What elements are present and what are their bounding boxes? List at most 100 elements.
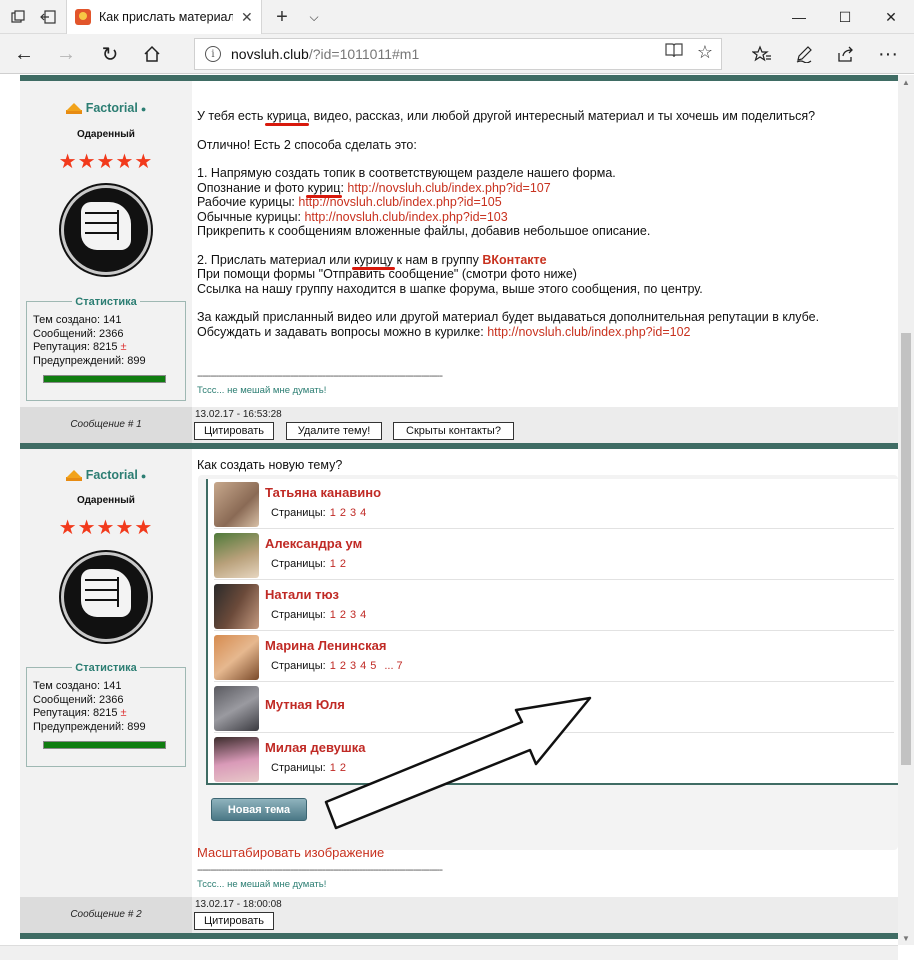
close-tab-icon[interactable]: ✕ [241,9,253,26]
text: При помощи формы "Отправить сообщение" (… [197,267,577,281]
text: Опознание и фото [197,180,308,195]
list-item[interactable]: Татьяна канавино Страницы: 1 2 3 4 [214,479,894,529]
page-link[interactable]: 4 [360,660,366,672]
page-link[interactable]: 2 [340,507,346,519]
avatar[interactable] [61,552,151,642]
page-link[interactable]: 2 [340,558,346,570]
stats-box: Статистика Тем создано: 141 Сообщений: 2… [26,662,186,767]
favorites-hub-icon[interactable] [744,36,780,72]
crown-icon [65,102,82,114]
set-tabs-aside-icon[interactable] [32,0,64,34]
list-item[interactable]: Натали тюз Страницы: 1 2 3 4 [214,581,894,631]
page-link[interactable]: 2 [340,609,346,621]
highlighted-word: куриц [307,180,341,195]
reputation-change[interactable]: ± [121,341,127,353]
forum-link[interactable]: http://novsluh.club/index.php?id=102 [487,325,690,339]
forum-link[interactable]: http://novsluh.club/index.php?id=107 [347,181,550,195]
browser-tab[interactable]: Как прислать материал ✕ [66,0,262,34]
share-icon[interactable] [828,36,864,72]
page-link[interactable]: ... 7 [384,660,402,672]
home-icon[interactable] [134,36,170,72]
page-link[interactable]: 5 [370,660,376,672]
page-link[interactable]: 1 [330,660,336,672]
vertical-scrollbar[interactable]: ▲ ▼ [898,75,914,945]
text: 2. Прислать материал или [197,252,354,267]
list-item[interactable]: Марина Ленинская Страницы: 1 2 3 4 5 ... 7 [214,632,894,682]
separator-bar [20,933,898,939]
scroll-up-icon[interactable]: ▲ [898,75,914,89]
highlighted-word: курица [266,109,307,123]
stat-topics: Тем создано: 141 [33,680,122,692]
forum-link[interactable]: http://novsluh.club/index.php?id=103 [304,210,507,224]
close-window-icon[interactable]: ✕ [868,0,914,34]
post-date: 13.02.17 - 18:00:08 [195,899,282,910]
page-link[interactable]: 4 [360,609,366,621]
text: Ссылка на нашу группу находится в шапке … [197,281,703,296]
signature-divider: ----------------------------------------… [197,864,443,876]
quote-button[interactable]: Цитировать [194,422,274,440]
web-note-icon[interactable] [786,36,822,72]
online-status-icon: ● [140,104,147,114]
author-name[interactable]: Factorial ● [20,468,192,482]
page-link[interactable]: 1 [330,609,336,621]
page-link[interactable]: 3 [350,507,356,519]
stat-topics: Тем создано: 141 [33,314,122,326]
back-icon[interactable]: ← [6,36,42,72]
site-favicon-icon [75,9,91,25]
reputation-change[interactable]: ± [121,707,127,719]
favorite-star-icon[interactable]: ☆ [697,42,713,63]
fist-icon [81,202,131,250]
minimize-icon[interactable]: — [776,0,822,34]
delete-topic-button[interactable]: Удалите тему! [286,422,382,440]
page-link[interactable]: 3 [350,609,356,621]
refresh-icon[interactable]: ↻ [92,36,128,72]
site-info-icon[interactable]: i [205,46,221,62]
tab-actions-icon[interactable] [2,0,34,34]
avatar[interactable] [61,185,151,275]
scroll-down-icon[interactable]: ▼ [898,931,914,945]
friend-photo [214,533,259,578]
page-link[interactable]: 2 [340,660,346,672]
maximize-icon[interactable]: ☐ [822,0,868,34]
more-icon[interactable]: ··· [870,36,906,72]
friend-name[interactable]: Марина Ленинская [265,638,386,653]
fist-icon [81,569,131,617]
new-topic-button[interactable]: Новая тема [211,798,307,821]
scrollbar-thumb[interactable] [901,333,911,765]
friend-photo [214,482,259,527]
list-item[interactable]: Александра ум Страницы: 1 2 [214,530,894,580]
text: За каждый присланный видео или другой ма… [197,310,820,324]
stat-messages: Сообщений: 2366 [33,327,124,340]
hidden-contacts-button[interactable]: Скрыты контакты? [393,422,514,440]
post-footer: 13.02.17 - 18:00:08 Цитировать [192,897,898,933]
friend-name[interactable]: Натали тюз [265,587,339,602]
author-name[interactable]: Factorial ● [20,101,192,115]
friend-name[interactable]: Татьяна канавино [265,485,381,500]
page-link[interactable]: 1 [330,558,336,570]
scale-image-link[interactable]: Масштабировать изображение [197,845,384,860]
page-link[interactable]: 1 [330,507,336,519]
friend-name[interactable]: Александра ум [265,536,362,551]
stats-box: Статистика Тем создано: 141 Сообщений: 2… [26,296,186,401]
horizontal-scrollbar[interactable] [0,945,898,960]
stat-reputation: Репутация: 8215 [33,341,118,353]
reading-view-icon[interactable] [665,42,683,63]
friend-photo [214,635,259,680]
text: 1. Напрямую создать топик в соответствую… [197,166,616,180]
page-link[interactable]: 4 [360,507,366,519]
text: к нам в группу [393,252,483,267]
quote-button[interactable]: Цитировать [194,912,274,930]
forward-icon[interactable]: → [48,36,84,72]
post-body: У тебя есть курица, видео, рассказ, или … [197,109,897,398]
pages-label: Страницы: [271,660,326,672]
text: У тебя есть [197,109,267,123]
vk-link[interactable]: ВКонтакте [482,253,546,267]
text: , видео, рассказ, или любой другой интер… [306,109,816,123]
url-host: novsluh.club [231,46,309,62]
text: Обычные курицы: [197,209,305,224]
chevron-down-icon[interactable]: ⌵ [298,0,330,34]
page-link[interactable]: 3 [350,660,356,672]
address-bar[interactable]: i novsluh.club/?id=1011011#m1 ☆ [194,38,722,70]
pages-label: Страницы: [271,609,326,621]
new-tab-icon[interactable]: + [266,0,298,34]
